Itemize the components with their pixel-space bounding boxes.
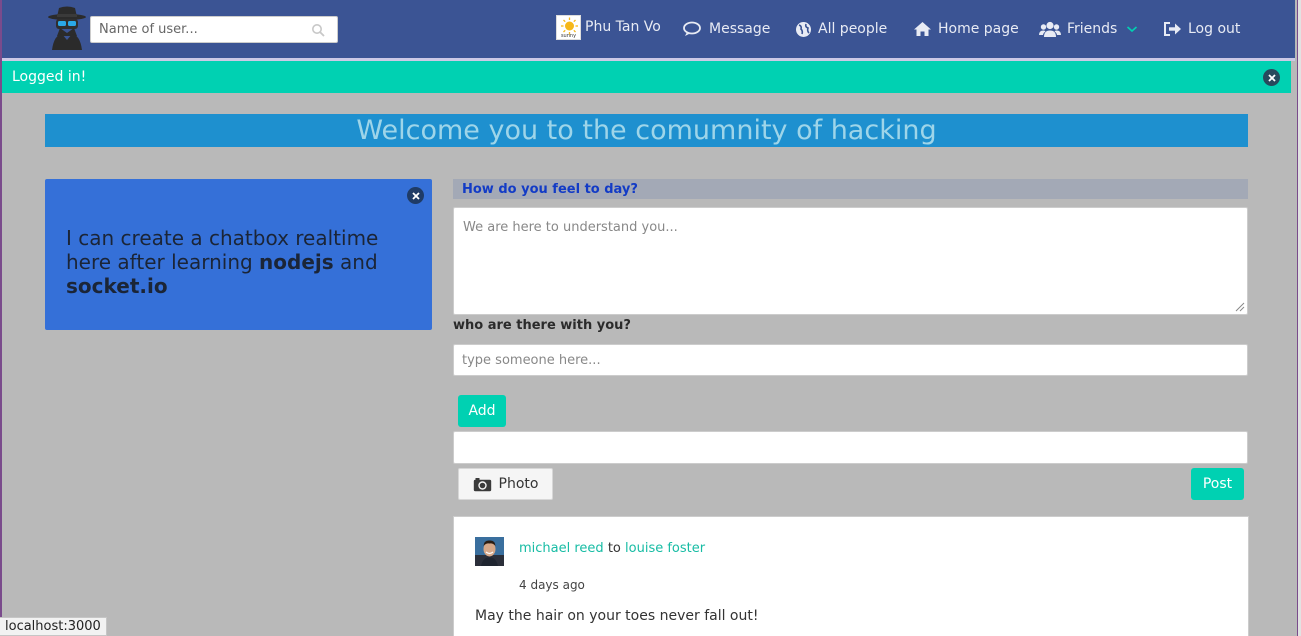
post-author-avatar[interactable] — [475, 537, 504, 566]
post-author-link[interactable]: michael reed — [519, 541, 604, 556]
nav-friends[interactable]: Friends — [1039, 18, 1144, 40]
post-timestamp: 4 days ago — [519, 578, 585, 592]
photo-button-label: Photo — [498, 476, 539, 492]
alert-close-button[interactable] — [1263, 69, 1280, 86]
top-navbar: sunny Phu Tan Vo Message All people Home… — [2, 0, 1295, 58]
post-input[interactable] — [453, 431, 1248, 464]
nav-friends-label: Friends — [1067, 21, 1118, 37]
photo-button[interactable]: Photo — [458, 468, 553, 500]
post-connector: to — [607, 541, 621, 556]
who-label: who are there with you? — [453, 318, 631, 333]
nav-home-page-label: Home page — [938, 21, 1019, 37]
nav-log-out[interactable]: Log out — [1163, 18, 1240, 40]
home-icon — [914, 22, 931, 36]
nav-home-page[interactable]: Home page — [913, 18, 1019, 40]
camera-icon — [473, 477, 491, 491]
chat-icon — [683, 21, 701, 36]
window-right-border — [1297, 0, 1301, 636]
welcome-banner: Welcome you to the comumnity of hacking — [45, 114, 1248, 147]
feel-label: How do you feel to day? — [453, 179, 1248, 199]
search-icon[interactable] — [311, 23, 325, 37]
welcome-title: Welcome you to the comumnity of hacking — [356, 115, 937, 146]
globe-icon — [796, 21, 811, 37]
browser-status-bar: localhost:3000 — [0, 617, 107, 636]
login-alert: Logged in! — [2, 61, 1291, 93]
post-target-link[interactable]: louise foster — [625, 541, 705, 556]
person-avatar-icon — [475, 537, 504, 566]
nav-message[interactable]: Message — [683, 18, 770, 40]
post-text: May the hair on your toes never fall out… — [475, 608, 759, 624]
info-text-nodejs: nodejs — [259, 250, 334, 274]
info-text-and: and — [333, 250, 378, 274]
chevron-down-icon[interactable] — [1126, 25, 1138, 33]
users-icon — [1039, 21, 1061, 37]
user-avatar[interactable]: sunny — [556, 14, 581, 40]
resize-grip-icon[interactable] — [1235, 302, 1245, 312]
logout-icon — [1164, 22, 1181, 36]
nav-message-label: Message — [709, 21, 771, 37]
window-left-border — [0, 0, 2, 636]
nav-profile[interactable]: sunny Phu Tan Vo — [556, 14, 661, 40]
close-icon — [411, 191, 420, 200]
post-header: michael reed to louise foster — [519, 541, 705, 556]
nav-all-people-label: All people — [818, 21, 888, 37]
info-card-close-button[interactable] — [407, 187, 424, 204]
avatar-caption: sunny — [560, 32, 577, 39]
info-card-text: I can create a chatbox realtime here aft… — [66, 226, 412, 298]
nav-log-out-label: Log out — [1188, 21, 1241, 37]
info-card: I can create a chatbox realtime here aft… — [45, 179, 432, 330]
feel-textarea[interactable] — [453, 207, 1248, 315]
close-icon — [1267, 73, 1276, 82]
info-text-socketio: socket.io — [66, 274, 168, 298]
profile-name[interactable]: Phu Tan Vo — [585, 19, 661, 35]
feed-post: michael reed to louise foster 4 days ago… — [453, 516, 1249, 636]
tag-people-input[interactable] — [453, 344, 1248, 376]
post-button[interactable]: Post — [1191, 468, 1244, 500]
user-search-input[interactable] — [91, 17, 301, 42]
nav-all-people[interactable]: All people — [795, 18, 887, 40]
user-search-box — [90, 16, 338, 43]
hacker-logo-icon[interactable] — [46, 6, 88, 50]
add-person-button[interactable]: Add — [458, 395, 506, 427]
alert-text: Logged in! — [12, 69, 87, 85]
